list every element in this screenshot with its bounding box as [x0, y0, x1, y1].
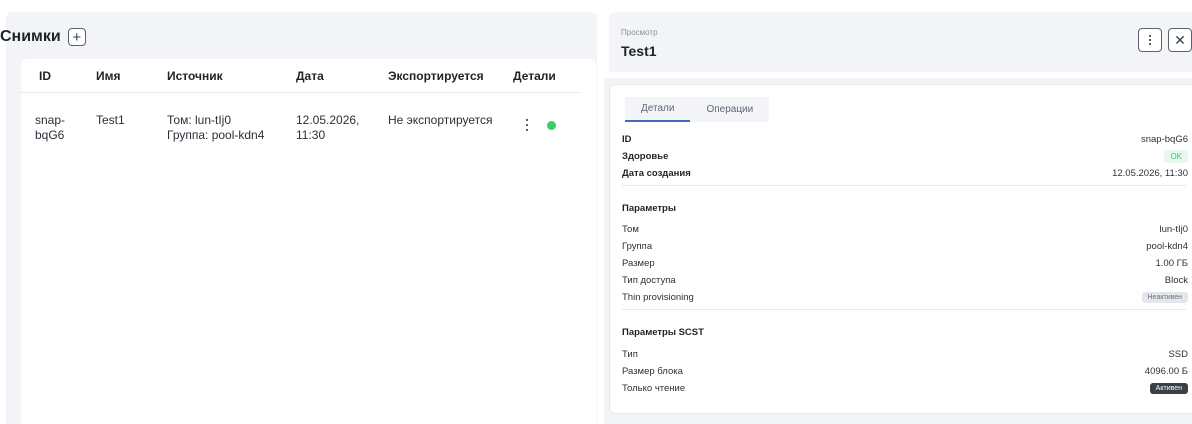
detail-card: Детали Операции ID snap-bqG6 Здоровье OK… — [609, 84, 1192, 414]
column-header-date[interactable]: Дата — [296, 69, 324, 83]
column-header-exported[interactable]: Экспортируется — [388, 69, 484, 83]
row-health: Здоровье OK — [622, 149, 1188, 163]
params-heading: Параметры — [622, 203, 676, 214]
row-created: Дата создания 12.05.2026, 11:30 — [622, 167, 1188, 179]
column-header-name[interactable]: Имя — [96, 69, 121, 83]
param-row: Тип доступа Block — [622, 274, 1188, 286]
snapshots-header: Снимки + — [0, 26, 86, 48]
scst-heading: Параметры SCST — [622, 327, 704, 338]
scst-row: Размер блока 4096.00 Б — [622, 365, 1188, 377]
snapshots-table: ID Имя Источник Дата Экспортируется Дета… — [21, 59, 596, 424]
column-header-source[interactable]: Источник — [167, 69, 223, 83]
status-badge: Неактивен — [1141, 291, 1188, 303]
snapshots-panel: Снимки + ID Имя Источник Дата Экспортиру… — [0, 12, 597, 424]
tab-operations[interactable]: Операции — [690, 97, 770, 122]
row-id: ID snap-bqG6 — [622, 133, 1188, 145]
row-more-icon[interactable] — [524, 119, 530, 131]
cell-name: Test1 — [96, 113, 125, 127]
column-header-details[interactable]: Детали — [513, 69, 556, 83]
column-header-id[interactable]: ID — [39, 69, 51, 83]
status-indicator — [547, 121, 556, 130]
add-snapshot-button[interactable]: + — [67, 28, 86, 46]
divider — [622, 309, 1186, 310]
health-badge: OK — [1164, 149, 1188, 163]
detail-title: Test1 — [621, 43, 657, 59]
param-row: Том lun-tIj0 — [622, 223, 1188, 235]
scst-row: Тип SSD — [622, 348, 1188, 360]
table-row[interactable]: snap- bqG6 Test1 Том: lun-tIj0 Группа: p… — [21, 93, 581, 153]
divider — [622, 185, 1186, 186]
page-title: Снимки — [0, 28, 61, 45]
close-button[interactable]: ✕ — [1168, 28, 1192, 52]
breadcrumb: Просмотр — [621, 28, 658, 37]
tab-details[interactable]: Детали — [625, 97, 691, 122]
param-row: Thin provisioning Неактивен — [622, 290, 1188, 304]
kebab-icon — [1149, 35, 1151, 37]
status-badge: Активен — [1149, 382, 1188, 394]
detail-header: Просмотр Test1 ✕ — [609, 12, 1192, 72]
close-icon: ✕ — [1174, 32, 1186, 48]
cell-date: 12.05.2026, 11:30 — [296, 113, 360, 142]
cell-exported: Не экспортируется — [388, 113, 493, 127]
plus-icon: + — [72, 28, 82, 46]
scst-row: Только чтение Активен — [622, 381, 1188, 395]
more-actions-button[interactable] — [1138, 28, 1162, 52]
table-header: ID Имя Источник Дата Экспортируется Дета… — [21, 59, 581, 93]
detail-tabs: Детали Операции — [625, 97, 770, 122]
param-row: Группа pool-kdn4 — [622, 240, 1188, 252]
cell-source: Том: lun-tIj0 Группа: pool-kdn4 — [167, 113, 265, 142]
param-row: Размер 1.00 ГБ — [622, 257, 1188, 269]
cell-id: snap- bqG6 — [35, 113, 66, 142]
